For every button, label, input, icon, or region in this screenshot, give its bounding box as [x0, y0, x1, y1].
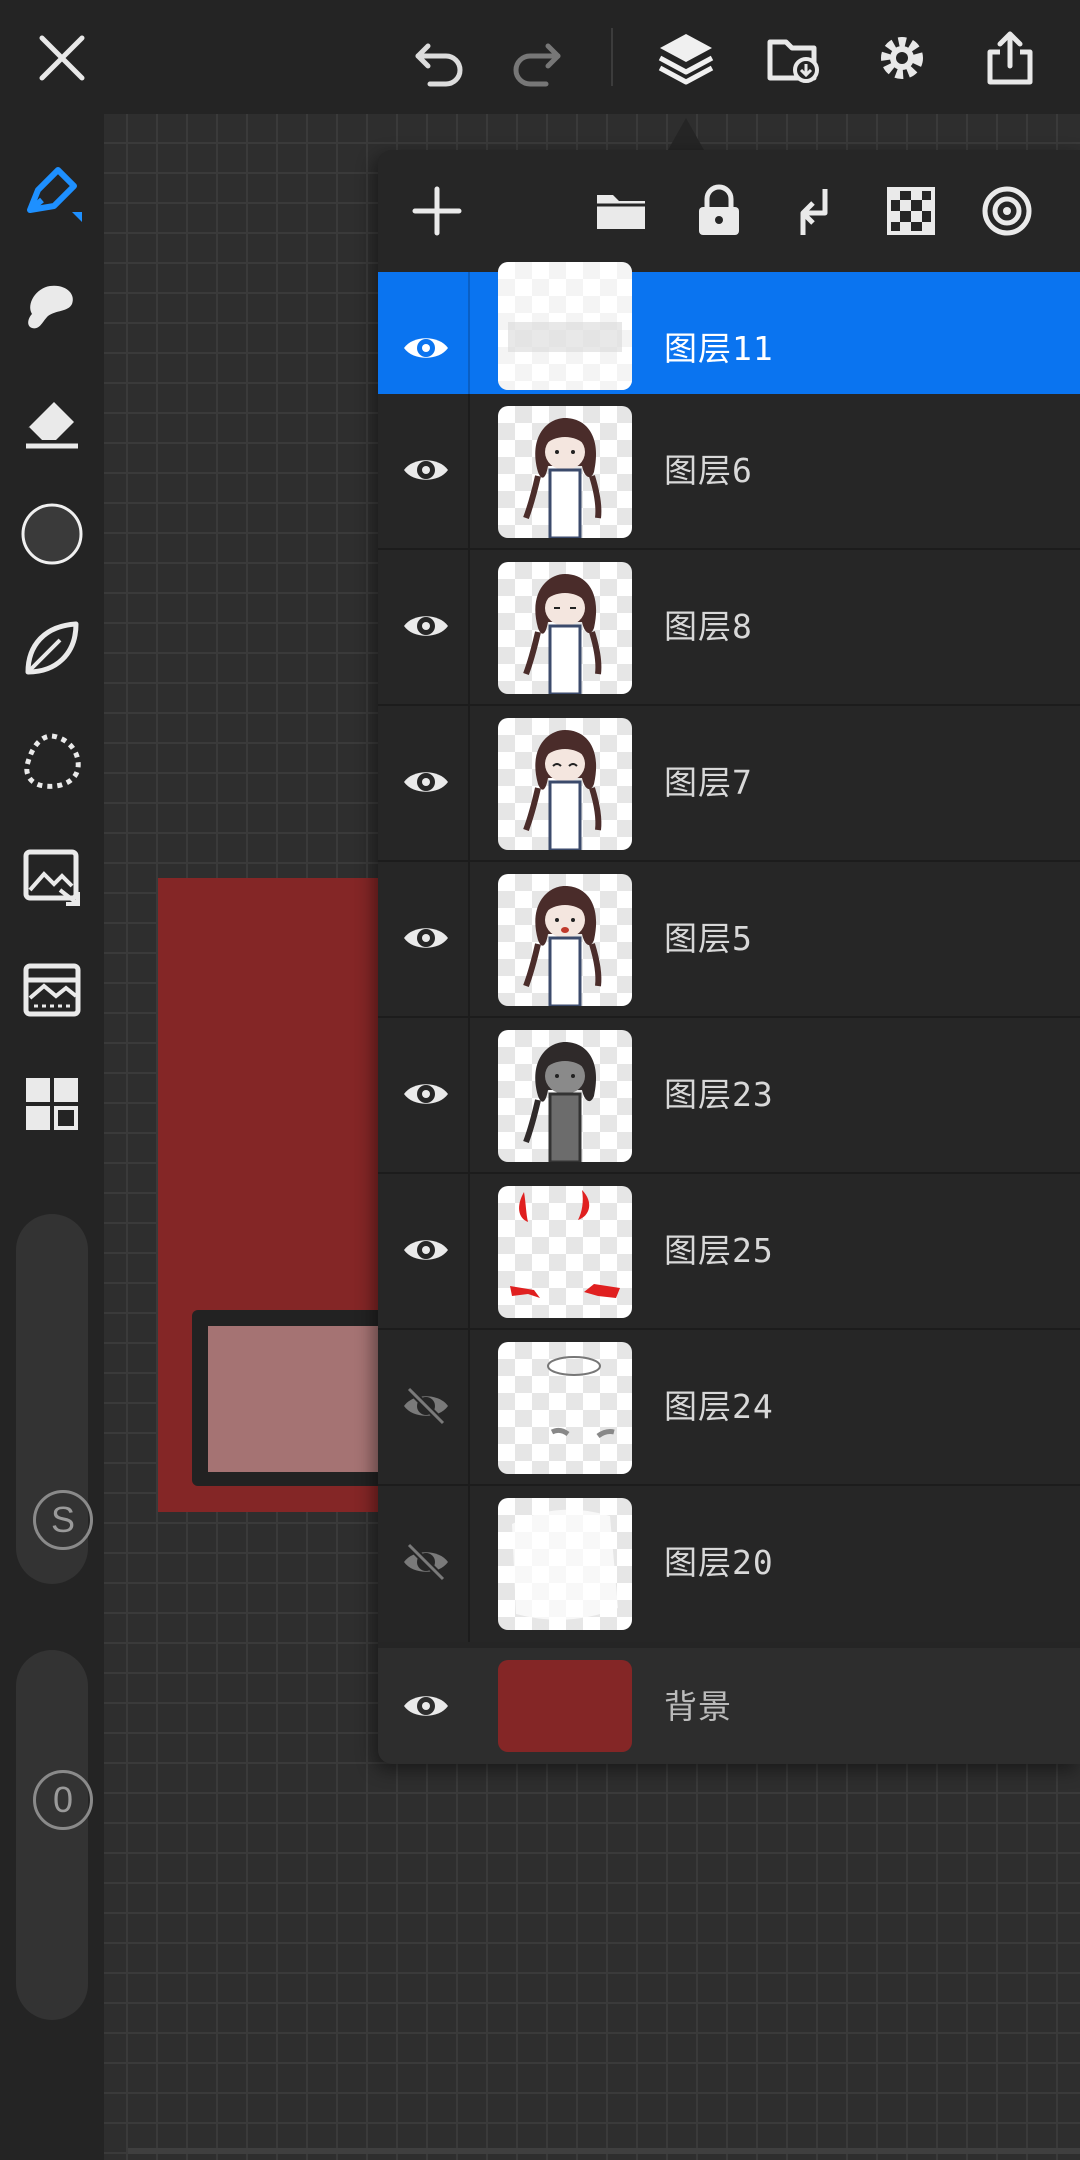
layer-row[interactable]: 图层20: [378, 1486, 1080, 1642]
layers-panel: 图层11 图层6 图层8 图层7 图层5 图层23 图层25 图层24 图层20…: [378, 150, 1080, 1764]
layer-name: 图层20: [664, 1543, 774, 1582]
layer-thumbnail: [498, 874, 632, 1006]
folder-icon[interactable]: [588, 178, 654, 244]
visibility-eye-icon[interactable]: [398, 1678, 454, 1734]
layer-row[interactable]: 图层25: [378, 1174, 1080, 1330]
visibility-hidden-icon[interactable]: [398, 1534, 454, 1590]
layer-row[interactable]: 图层6: [378, 394, 1080, 550]
close-icon[interactable]: [26, 22, 98, 94]
pen-icon[interactable]: [14, 154, 90, 230]
layer-name: 图层5: [664, 919, 753, 958]
layer-row[interactable]: 图层5: [378, 862, 1080, 1018]
layer-name: 图层7: [664, 763, 753, 802]
merge-down-icon[interactable]: [782, 178, 848, 244]
lasso-icon[interactable]: [14, 724, 90, 800]
background-layer-row[interactable]: 背景: [378, 1648, 1080, 1764]
layer-name: 图层11: [664, 329, 774, 368]
layer-name: 图层24: [664, 1387, 774, 1426]
background-color-swatch: [498, 1660, 632, 1752]
left-tool-bar: S 0: [0, 114, 104, 2160]
color-icon[interactable]: [14, 496, 90, 572]
brush-size-slider[interactable]: S: [16, 1214, 93, 1584]
layer-name: 图层8: [664, 607, 753, 646]
redo-icon[interactable]: [500, 22, 572, 94]
add-layer-icon[interactable]: [404, 178, 470, 244]
settings-icon[interactable]: [866, 22, 938, 94]
share-icon[interactable]: [974, 22, 1046, 94]
layer-name: 图层6: [664, 451, 753, 490]
visibility-eye-icon[interactable]: [398, 910, 454, 966]
visibility-eye-icon[interactable]: [398, 320, 454, 376]
brush-size-knob[interactable]: S: [33, 1490, 93, 1550]
layer-thumbnail: [498, 718, 632, 850]
layer-thumbnail: [498, 1186, 632, 1318]
brush-opacity-knob[interactable]: 0: [33, 1770, 93, 1830]
layer-thumbnail: [498, 562, 632, 694]
visibility-eye-icon[interactable]: [398, 754, 454, 810]
layers-panel-header: [378, 150, 1080, 272]
visibility-eye-icon[interactable]: [398, 1222, 454, 1278]
layer-thumbnail: [498, 1498, 632, 1630]
smudge-icon[interactable]: [14, 268, 90, 344]
image-import-icon[interactable]: [14, 838, 90, 914]
undo-icon[interactable]: [404, 22, 476, 94]
layers-panel-pointer: [668, 118, 704, 150]
visibility-eye-icon[interactable]: [398, 442, 454, 498]
layer-thumbnail: [498, 1030, 632, 1162]
layer-thumbnail: [498, 1342, 632, 1474]
lock-icon[interactable]: [686, 178, 752, 244]
eraser-icon[interactable]: [14, 382, 90, 458]
gallery-icon[interactable]: [758, 22, 830, 94]
visibility-eye-icon[interactable]: [398, 598, 454, 654]
leaf-brush-icon[interactable]: [14, 610, 90, 686]
layer-thumbnail: [498, 406, 632, 538]
layer-row[interactable]: 图层23: [378, 1018, 1080, 1174]
canvas-edge: [128, 2148, 1080, 2154]
layer-name: 图层25: [664, 1231, 774, 1270]
blend-icon[interactable]: [974, 178, 1040, 244]
layer-name: 图层23: [664, 1075, 774, 1114]
layer-name: 背景: [664, 1687, 732, 1726]
brush-opacity-slider[interactable]: 0: [16, 1650, 93, 2020]
layer-row[interactable]: 图层8: [378, 550, 1080, 706]
visibility-eye-icon[interactable]: [398, 1066, 454, 1122]
layer-row[interactable]: 图层24: [378, 1330, 1080, 1486]
grid-icon[interactable]: [14, 1066, 90, 1142]
filter-icon[interactable]: [14, 952, 90, 1028]
top-toolbar: [0, 0, 1080, 114]
layers-icon[interactable]: [650, 22, 722, 94]
toolbar-separator: [611, 28, 613, 86]
layer-row[interactable]: 图层7: [378, 706, 1080, 862]
transparency-icon[interactable]: [878, 178, 944, 244]
layer-thumbnail: [498, 262, 632, 390]
visibility-hidden-icon[interactable]: [398, 1378, 454, 1434]
